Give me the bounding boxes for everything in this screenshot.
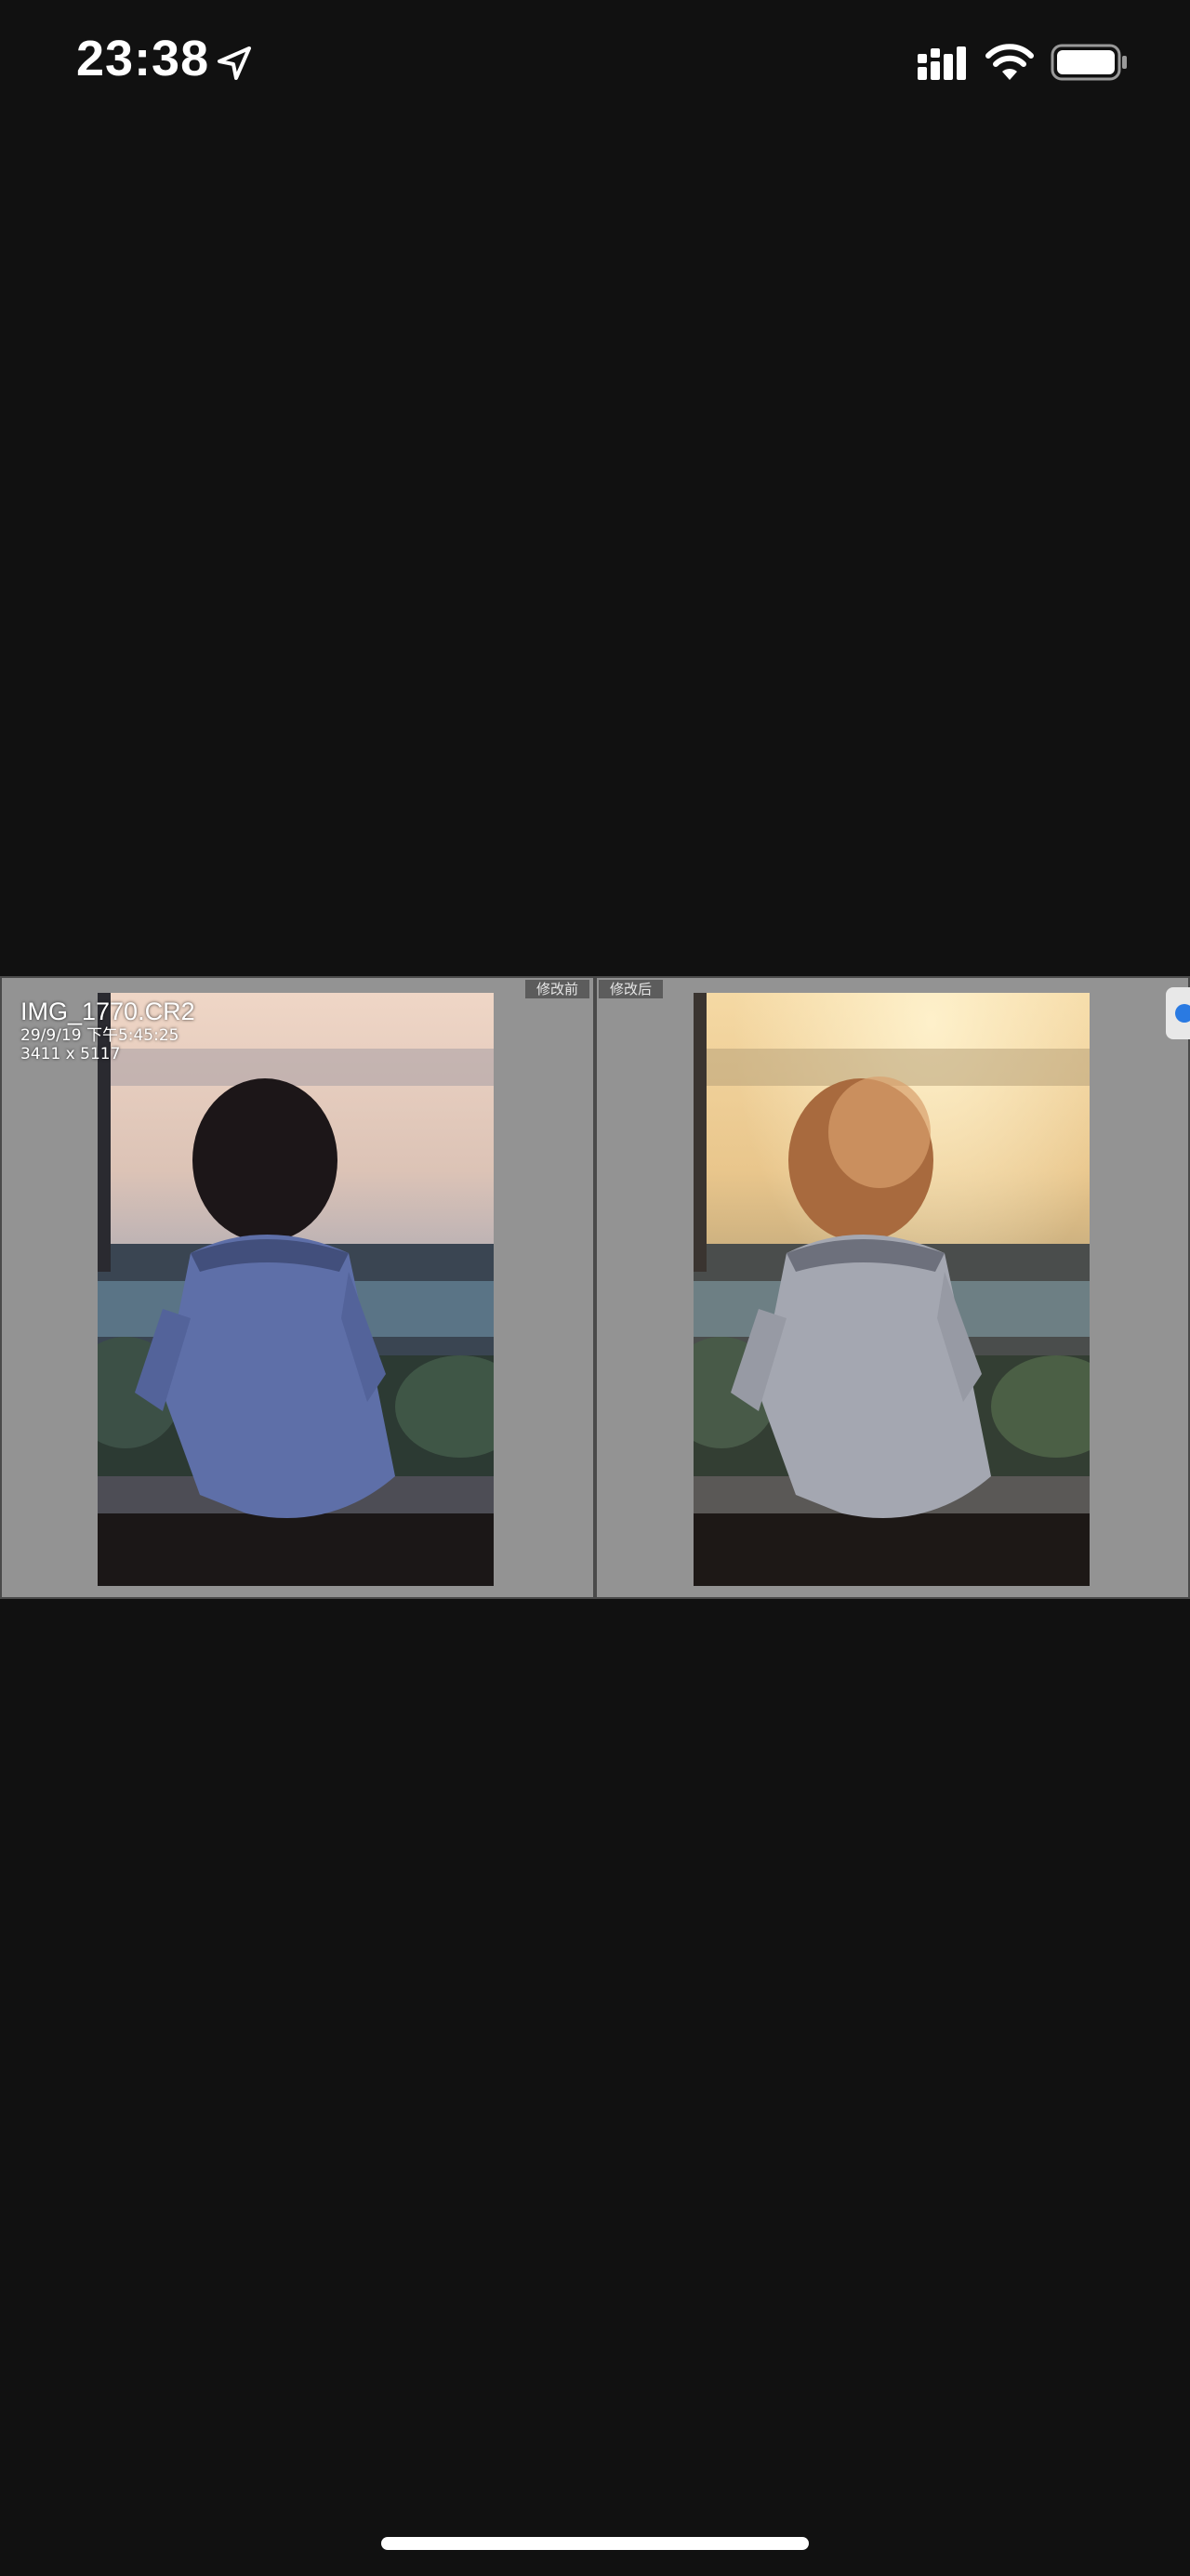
photo-datetime: 29/9/19 下午5:45:25: [20, 1026, 179, 1045]
after-photo: [694, 993, 1090, 1586]
after-label: 修改后: [599, 980, 664, 998]
photo-filename: IMG_1770.CR2: [20, 997, 195, 1025]
home-indicator[interactable]: [381, 2537, 809, 2550]
after-pane[interactable]: 修改后: [597, 978, 1188, 1597]
photo-dimensions: 3411 x 5117: [20, 1045, 121, 1063]
before-after-compare-view: 修改前 IMG_1770.CR2 29/9/19 下午5:45:25 3411 …: [0, 976, 1190, 1599]
after-photo-image: [694, 993, 1090, 1586]
floating-assist-button[interactable]: [1166, 987, 1190, 1039]
before-pane[interactable]: 修改前 IMG_1770.CR2 29/9/19 下午5:45:25 3411 …: [2, 978, 593, 1597]
status-time: 23:38: [76, 31, 210, 86]
before-photo-image: [98, 993, 494, 1586]
before-label: 修改前: [524, 980, 589, 998]
status-bar: 23:38: [0, 0, 1190, 130]
wifi-icon: [985, 44, 1034, 80]
battery-icon: [1051, 44, 1127, 81]
location-arrow-icon: [218, 46, 251, 80]
assist-icon: [1175, 1004, 1190, 1023]
before-photo: [98, 993, 494, 1586]
cellular-signal-icon: [918, 46, 966, 80]
photo-info-overlay: IMG_1770.CR2 29/9/19 下午5:45:25 3411 x 51…: [20, 997, 195, 1063]
